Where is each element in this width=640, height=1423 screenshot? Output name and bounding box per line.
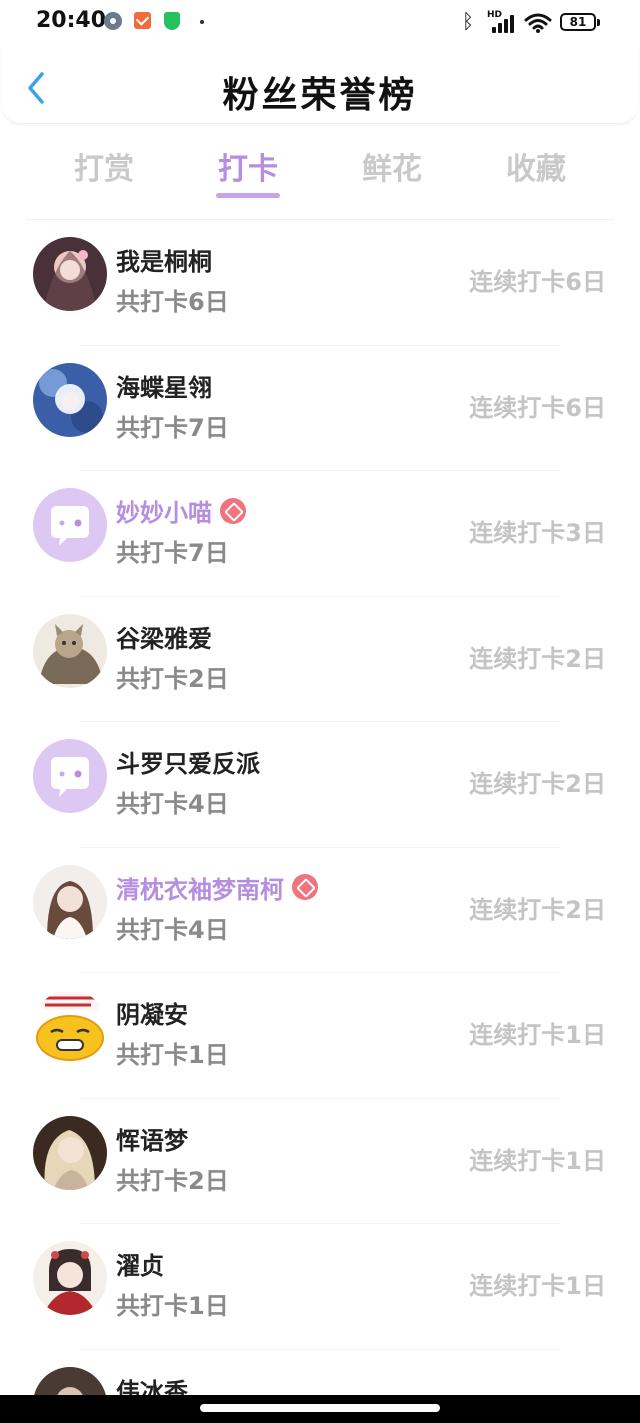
tab-favorites[interactable]: 收藏: [486, 144, 586, 188]
total-checkins: 共打卡4日: [116, 790, 229, 818]
list-item[interactable]: 阴凝安 共打卡1日 连续打卡1日: [0, 973, 640, 1099]
avatar[interactable]: [33, 488, 107, 562]
fan-name: 清枕衣袖梦南柯: [116, 875, 284, 904]
tab-flowers[interactable]: 鲜花: [342, 144, 442, 188]
bluetooth-icon: ᛒ: [462, 9, 474, 33]
total-checkins: 共打卡7日: [116, 413, 229, 442]
total-checkins: 共打卡1日: [116, 1041, 229, 1069]
top-nav-bar: 粉丝荣誉榜: [2, 46, 638, 124]
status-time: 20:40: [36, 8, 107, 33]
streak-days: 连续打卡2日: [469, 895, 606, 924]
avatar[interactable]: [33, 864, 107, 939]
list-item[interactable]: 濯贞 共打卡1日 连续打卡1日: [0, 1224, 640, 1350]
total-checkins: 共打卡6日: [116, 288, 229, 316]
fan-name: 谷梁雅爱: [116, 624, 212, 653]
avatar[interactable]: [33, 362, 107, 437]
vip-badge-icon: [220, 497, 246, 524]
list-item[interactable]: 我是桐桐 共打卡6日 连续打卡6日: [0, 220, 640, 346]
avatar[interactable]: [33, 1241, 107, 1315]
avatar[interactable]: [33, 990, 107, 1064]
list-item[interactable]: 谷梁雅爱 共打卡2日 连续打卡2日: [0, 597, 640, 722]
total-checkins: 共打卡2日: [116, 664, 229, 693]
total-checkins: 共打卡7日: [116, 539, 229, 567]
streak-days: 连续打卡2日: [469, 770, 606, 798]
streak-days: 连续打卡1日: [469, 1146, 606, 1175]
fan-name: 我是桐桐: [116, 248, 212, 276]
streak-days: 连续打卡3日: [469, 519, 606, 547]
streak-days: 连续打卡1日: [469, 1021, 606, 1049]
total-checkins: 共打卡1日: [116, 1292, 229, 1320]
home-indicator[interactable]: [200, 1404, 440, 1412]
list-item[interactable]: 斗罗只爱反派 共打卡4日 连续打卡2日: [0, 722, 640, 848]
fan-name: 斗罗只爱反派: [116, 750, 260, 778]
mail-icon: [134, 12, 151, 29]
list-item[interactable]: 海蝶星翎 共打卡7日 连续打卡6日: [0, 346, 640, 471]
tab-reward[interactable]: 打赏: [54, 144, 154, 188]
avatar[interactable]: [33, 613, 107, 688]
avatar[interactable]: [33, 237, 107, 311]
avatar[interactable]: [33, 1115, 107, 1190]
status-bar: 20:40 ᛒ HD 81: [0, 0, 640, 46]
streak-days: 连续打卡6日: [469, 268, 606, 296]
page-title: 粉丝荣誉榜: [222, 75, 418, 116]
streak-days: 连续打卡1日: [469, 1272, 606, 1300]
vip-badge-icon: [292, 874, 318, 900]
avatar[interactable]: [33, 739, 107, 813]
streak-days: 连续打卡2日: [469, 644, 606, 673]
notification-dot-icon: [200, 20, 204, 24]
active-tab-indicator: [216, 193, 280, 198]
total-checkins: 共打卡2日: [116, 1166, 229, 1195]
settings-icon: [104, 12, 122, 30]
signal-icon: [488, 13, 518, 33]
fan-name: 妙妙小喵: [116, 499, 212, 527]
list-item[interactable]: 清枕衣袖梦南柯 共打卡4日 连续打卡2日: [0, 848, 640, 973]
fan-ranking-list: 我是桐桐 共打卡6日 连续打卡6日 海蝶星翎 共打卡7日 连续打卡6日 妙妙小喵…: [0, 220, 640, 1423]
streak-days: 连续打卡6日: [469, 393, 606, 422]
battery-icon: 81: [560, 13, 600, 31]
wifi-icon: [524, 13, 552, 33]
tab-checkin[interactable]: 打卡: [198, 144, 298, 188]
fan-name: 恽语梦: [116, 1126, 188, 1155]
list-item[interactable]: 恽语梦 共打卡2日 连续打卡1日: [0, 1099, 640, 1224]
shield-icon: [164, 12, 180, 30]
fan-name: 阴凝安: [116, 1001, 188, 1029]
fan-name: 濯贞: [116, 1252, 164, 1280]
list-item[interactable]: 妙妙小喵 共打卡7日 连续打卡3日: [0, 471, 640, 597]
fan-name: 海蝶星翎: [116, 373, 212, 402]
total-checkins: 共打卡4日: [116, 915, 229, 944]
tab-bar: 打赏 打卡 鲜花 收藏: [0, 138, 640, 208]
